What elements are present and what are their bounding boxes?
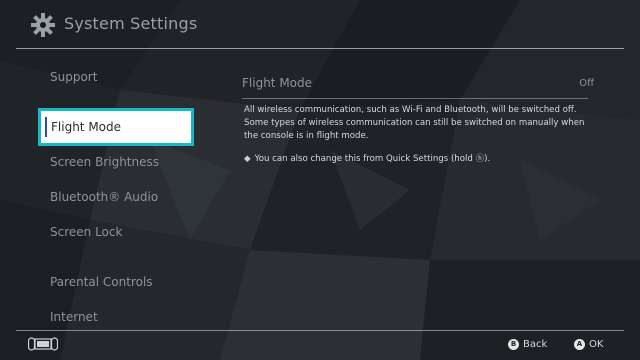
sidebar-item-label: Screen Lock [50, 225, 123, 239]
sidebar-item-screen-lock[interactable]: Screen Lock [50, 225, 122, 239]
a-button-icon: A [574, 338, 585, 350]
hint-text: You can also change this from Quick Sett… [254, 154, 491, 164]
diamond-bullet-icon: ◆ [244, 154, 251, 164]
page-title: System Settings [64, 14, 198, 33]
sidebar-item-label: Support [50, 70, 98, 84]
footer-divider [16, 330, 624, 331]
header: System Settings [0, 0, 640, 50]
sidebar-item-label: Screen Brightness [50, 155, 159, 169]
sidebar-item-bluetooth-audio[interactable]: Bluetooth® Audio [50, 190, 158, 204]
header-divider [16, 48, 624, 49]
ok-button[interactable]: A OK [574, 336, 603, 352]
selection-indicator [45, 117, 47, 137]
sidebar-item-label: Parental Controls [50, 275, 153, 289]
sidebar: Support Flight Mode Screen Brightness Bl… [0, 50, 200, 330]
b-button-icon: B [508, 338, 519, 350]
sidebar-item-internet[interactable]: Internet [50, 310, 98, 324]
footer: B Back A OK [0, 330, 640, 360]
sidebar-item-screen-brightness[interactable]: Screen Brightness [50, 155, 159, 169]
sidebar-item-parental-controls[interactable]: Parental Controls [50, 275, 153, 289]
option-title: Flight Mode [242, 76, 313, 90]
sidebar-item-label: Internet [50, 310, 98, 324]
back-label: Back [523, 338, 548, 350]
option-divider [242, 98, 588, 99]
back-button[interactable]: B Back [508, 336, 547, 352]
sidebar-item-support[interactable]: Support [50, 70, 97, 84]
console-icon [27, 336, 59, 352]
ok-label: OK [589, 338, 604, 350]
option-value: Off [579, 78, 594, 89]
gear-icon [30, 12, 56, 38]
option-description: All wireless communication, such as Wi-F… [244, 105, 585, 141]
quick-settings-hint: ◆ You can also change this from Quick Set… [244, 152, 590, 164]
sidebar-item-label: Flight Mode [51, 120, 122, 134]
sidebar-item-flight-mode[interactable]: Flight Mode [38, 108, 194, 146]
sidebar-item-label: Bluetooth® Audio [50, 190, 159, 204]
